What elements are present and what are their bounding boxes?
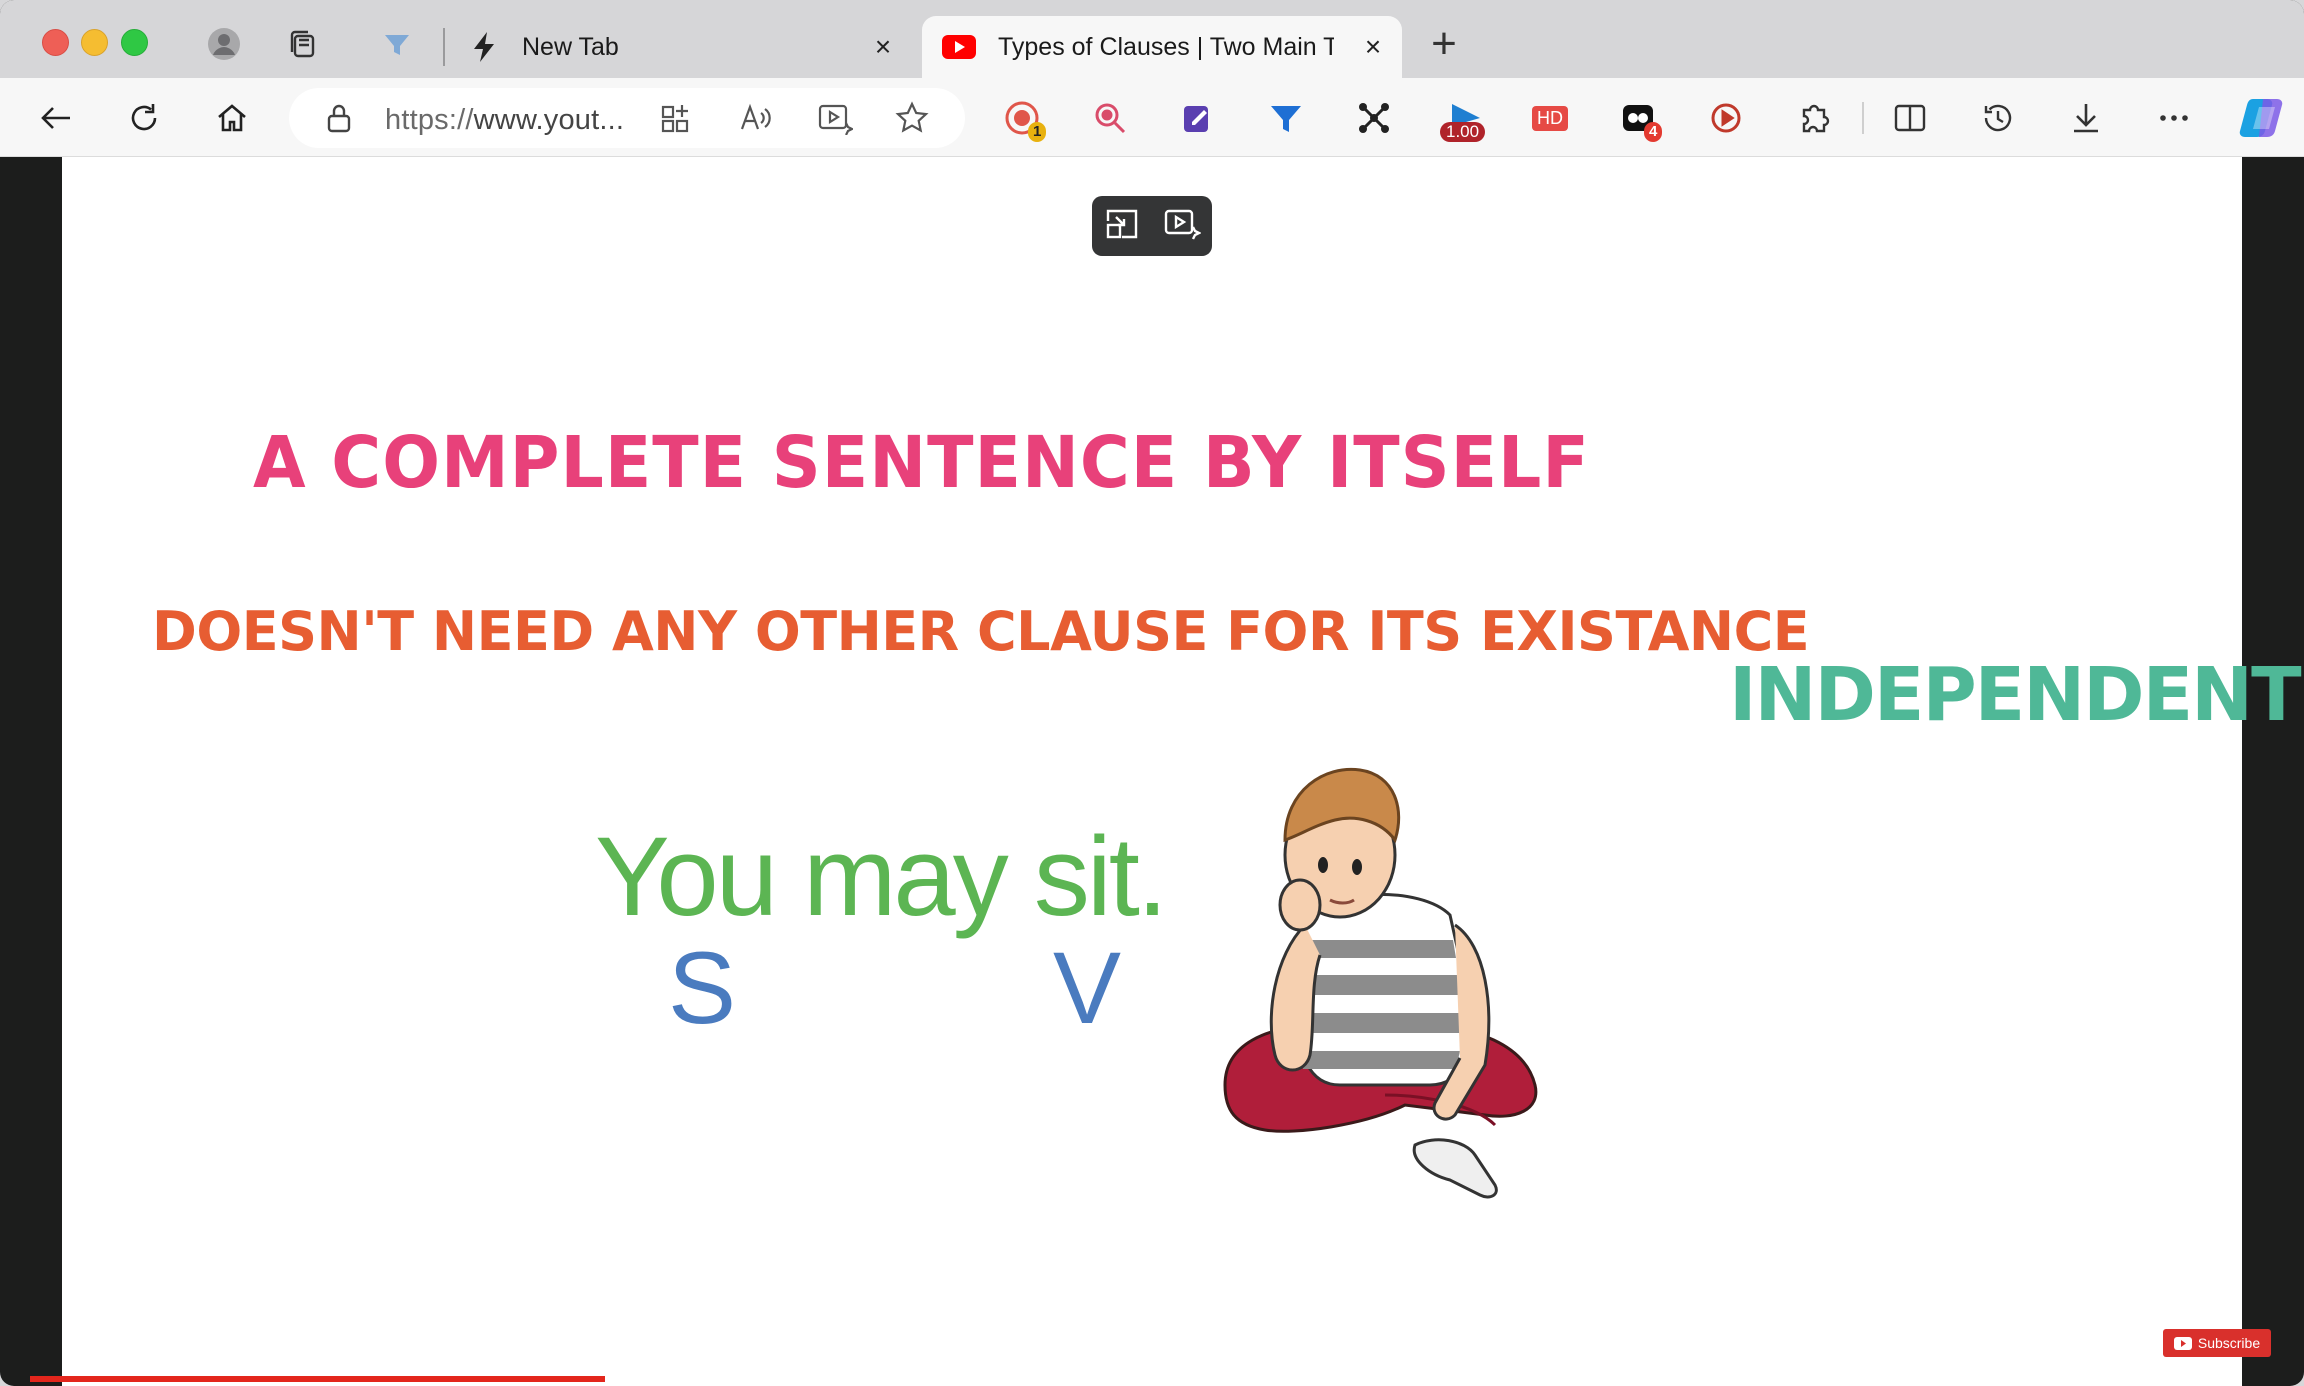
extensions-puzzle-icon[interactable] [1792, 96, 1836, 140]
app-available-icon[interactable] [659, 101, 693, 140]
zoom-window-button[interactable] [121, 29, 148, 56]
zoom-search-icon[interactable] [1088, 96, 1132, 140]
tab-strip: New Tab × Types of Clauses | Two Main Ty… [0, 0, 2304, 78]
filter-extension-icon[interactable] [1264, 96, 1308, 140]
lock-icon[interactable] [325, 102, 353, 139]
tab-separator [443, 28, 445, 66]
close-tab-icon[interactable]: × [870, 33, 896, 61]
copilot-icon[interactable] [2236, 96, 2292, 140]
verb-label: V [1053, 931, 1122, 1045]
subscribe-label: Subscribe [2197, 1335, 2261, 1351]
subscribe-button[interactable]: Subscribe [2163, 1329, 2271, 1357]
example-sentence: You may sit. [595, 814, 1168, 939]
browser-window: New Tab × Types of Clauses | Two Main Ty… [0, 0, 2304, 1386]
url-scheme: https:// [385, 104, 474, 136]
downloads-icon[interactable] [2064, 96, 2108, 140]
read-aloud-icon[interactable] [739, 101, 773, 140]
reload-icon[interactable] [122, 96, 166, 140]
video-capture-icon[interactable] [1704, 96, 1748, 140]
close-tab-icon[interactable]: × [1360, 33, 1386, 61]
hd-label: HD [1532, 105, 1568, 131]
hd-quality-icon[interactable]: HD [1528, 96, 1572, 140]
more-menu-icon[interactable] [2152, 96, 2196, 140]
youtube-icon [942, 35, 976, 59]
tab-title: Types of Clauses | Two Main Ty [998, 32, 1334, 61]
subline-text: DOESN'T NEED ANY OTHER CLAUSE FOR ITS EX… [152, 600, 1810, 663]
address-bar[interactable]: https://www.yout... [289, 88, 965, 148]
tab-youtube-video[interactable]: Types of Clauses | Two Main Ty × [922, 16, 1402, 78]
picture-in-picture-icon[interactable] [1104, 207, 1140, 246]
headline-text: A COMPLETE SENTENCE BY ITSELF [253, 422, 1590, 505]
molecule-icon[interactable] [1352, 96, 1396, 140]
toolbar-separator [1862, 102, 1864, 134]
video-enhance-icon[interactable] [817, 101, 855, 140]
minimize-window-button[interactable] [81, 29, 108, 56]
video-overlay-controls [1092, 196, 1212, 256]
close-window-button[interactable] [42, 29, 69, 56]
extension-tab-icon[interactable] [379, 26, 415, 62]
new-tab-button[interactable]: + [1424, 22, 1464, 66]
video-progress-bar[interactable] [30, 1376, 605, 1382]
tab-new-tab[interactable]: New Tab × [452, 16, 912, 78]
tab-title: New Tab [522, 32, 619, 61]
back-icon[interactable] [34, 96, 78, 140]
camera-extension-icon[interactable]: 4 [1616, 96, 1663, 142]
lightning-icon [464, 31, 504, 63]
notes-edit-icon[interactable] [1176, 96, 1220, 140]
youtube-mini-icon [2173, 1336, 2192, 1350]
screen-recorder-icon[interactable]: 1 [1000, 96, 1047, 142]
url-host: www.yout... [473, 104, 625, 136]
favorite-star-icon[interactable] [895, 101, 929, 140]
split-screen-icon[interactable] [1888, 96, 1932, 140]
video-enhance-overlay-icon[interactable] [1163, 207, 1202, 246]
home-icon[interactable] [210, 96, 254, 140]
speed-badge: 1.00 [1440, 122, 1486, 142]
toolbar: https://www.yout... 1 1.00 HD 4 [0, 78, 2304, 157]
independent-label: INDEPENDENT [1729, 652, 2302, 738]
video-frame[interactable]: A COMPLETE SENTENCE BY ITSELF DOESN'T NE… [62, 157, 2302, 1386]
badge-count: 1 [1028, 122, 1047, 142]
profile-icon[interactable] [206, 26, 242, 62]
thinking-boy-illustration [1223, 767, 1538, 1199]
subject-label: S [668, 931, 737, 1045]
playback-speed-icon[interactable]: 1.00 [1440, 96, 1492, 142]
workspaces-icon[interactable] [285, 26, 321, 62]
badge-count: 4 [1644, 122, 1663, 142]
history-icon[interactable] [1976, 96, 2020, 140]
url-text[interactable]: https://www.yout... [385, 104, 624, 137]
